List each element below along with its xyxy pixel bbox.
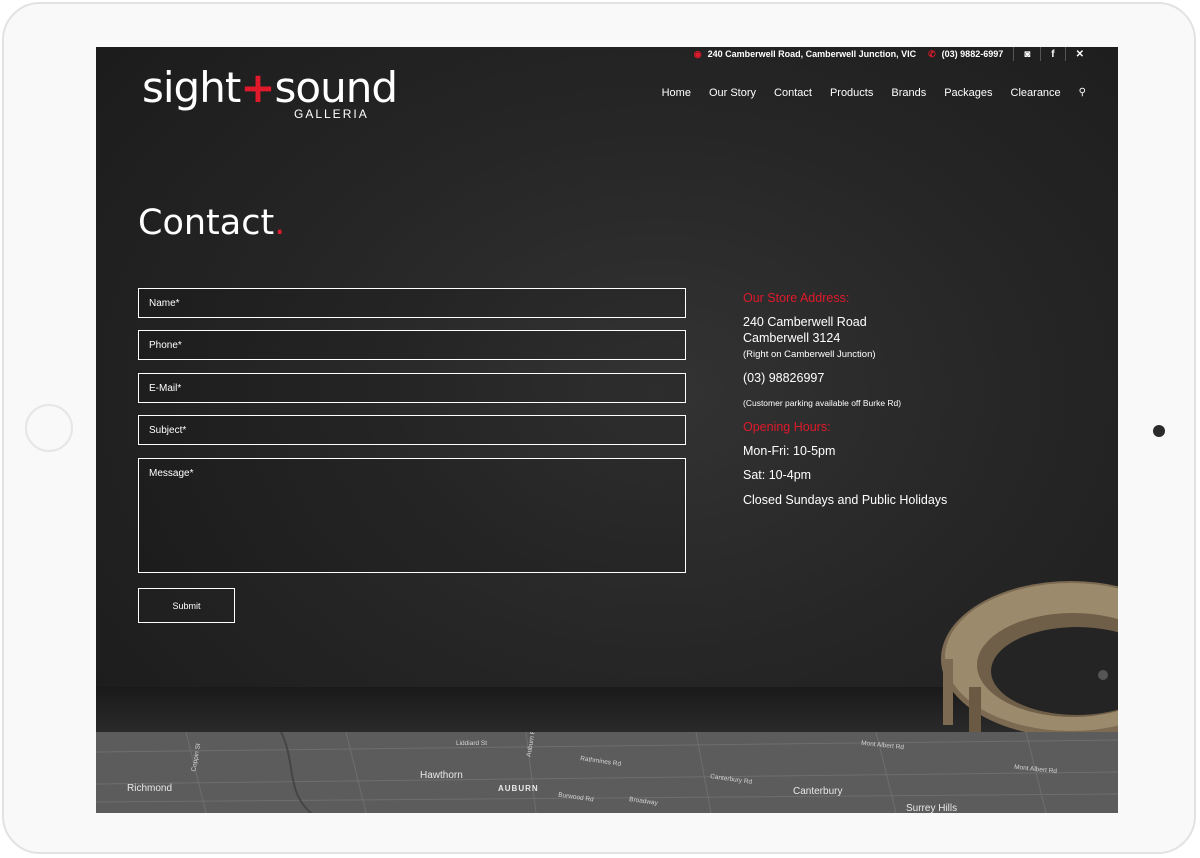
phone-icon: ✆: [928, 48, 936, 59]
map-street: Liddiard St: [456, 740, 488, 747]
submit-button[interactable]: Submit: [138, 588, 235, 623]
instagram-icon[interactable]: ◙: [1024, 49, 1030, 60]
nav-products[interactable]: Products: [830, 87, 873, 99]
main-nav: Home Our Story Contact Products Brands P…: [662, 87, 1086, 99]
map-place-hawthorn: Hawthorn: [420, 770, 463, 781]
location-pin-icon: ◉: [693, 48, 702, 59]
subject-field[interactable]: [138, 415, 686, 445]
logo-subtitle: GALLERIA: [294, 107, 369, 121]
nav-contact[interactable]: Contact: [774, 87, 812, 99]
nav-our-story[interactable]: Our Story: [709, 87, 756, 99]
map-place-auburn: AUBURN: [498, 784, 539, 793]
address-suburb: Camberwell 3124: [743, 331, 841, 345]
nav-packages[interactable]: Packages: [944, 87, 992, 99]
message-field[interactable]: [138, 458, 686, 573]
divider: [1040, 47, 1042, 61]
logo-text-left: sight: [142, 63, 241, 112]
home-button[interactable]: [25, 404, 73, 452]
page-title-dot: .: [274, 203, 286, 243]
logo-plus: +: [240, 63, 275, 112]
website-screen: ◉ 240 Camberwell Road, Camberwell Juncti…: [96, 47, 1118, 813]
saturday-hours: Sat: 10-4pm: [743, 468, 812, 482]
speaker-image: [941, 581, 1118, 733]
divider: [1064, 47, 1066, 61]
nav-brands[interactable]: Brands: [891, 87, 926, 99]
nav-clearance[interactable]: Clearance: [1011, 87, 1061, 99]
page-title-text: Contact: [138, 203, 275, 243]
site-logo[interactable]: sight+sound GALLERIA: [142, 67, 398, 122]
top-info-bar: ◉ 240 Camberwell Road, Camberwell Juncti…: [694, 47, 1084, 61]
divider: [1013, 47, 1015, 61]
facebook-icon[interactable]: f: [1051, 49, 1054, 60]
address-street: 240 Camberwell Road: [743, 315, 867, 329]
location-map[interactable]: Richmond Hawthorn AUBURN Canterbury Surr…: [96, 732, 1118, 813]
map-place-richmond: Richmond: [127, 783, 173, 794]
nav-home[interactable]: Home: [662, 87, 691, 99]
map-roads: [96, 732, 1118, 813]
search-icon[interactable]: ⚲: [1079, 87, 1086, 99]
page-title: Contact.: [138, 203, 285, 243]
map-place-surrey-hills: Surrey Hills: [906, 803, 958, 813]
address-heading: Our Store Address:: [743, 291, 850, 305]
weekday-hours: Mon-Fri: 10-5pm: [743, 444, 836, 458]
xing-icon[interactable]: ✕: [1076, 49, 1084, 60]
email-field[interactable]: [138, 373, 686, 403]
map-place-canterbury: Canterbury: [793, 786, 843, 797]
logo-text-right: sound: [274, 63, 398, 112]
phone-field[interactable]: [138, 330, 686, 360]
logo-wordmark: sight+sound: [142, 67, 398, 109]
closed-note: Closed Sundays and Public Holidays: [743, 493, 948, 507]
topbar-address: 240 Camberwell Road, Camberwell Junction…: [707, 49, 917, 59]
location-note: (Right on Camberwell Junction): [743, 349, 876, 360]
store-phone: (03) 98826997: [743, 371, 825, 385]
parking-note: (Customer parking available off Burke Rd…: [743, 398, 902, 408]
name-field[interactable]: [138, 288, 686, 318]
hours-heading: Opening Hours:: [743, 420, 831, 434]
topbar-phone: (03) 9882-6997: [941, 49, 1004, 59]
camera-icon: [1153, 425, 1165, 437]
